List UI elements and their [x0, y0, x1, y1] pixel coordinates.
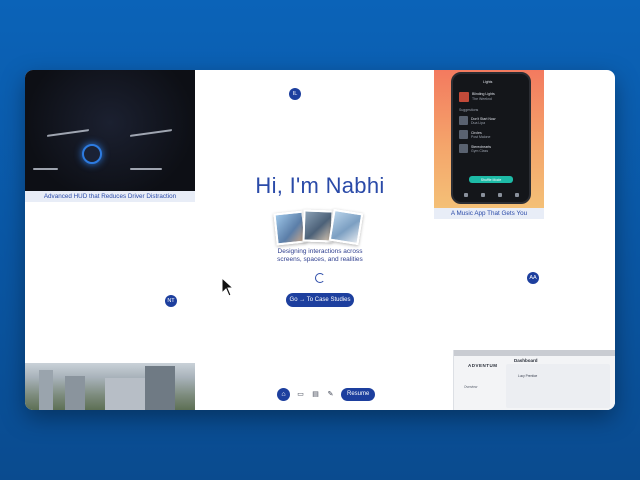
avatar-il[interactable]: IL: [289, 88, 301, 100]
hud-light-left: [47, 129, 89, 137]
track-artist: The Weeknd: [472, 97, 492, 101]
track-title: Blinding Lights: [472, 92, 495, 96]
list-item[interactable]: Stereohearts Gym Class: [459, 144, 523, 154]
dashboard-case-study-card[interactable]: ADVENTUM Dashboard Lucy Prentice Overvie…: [453, 350, 615, 410]
subtitle-line-2: screens, spaces, and realities: [277, 256, 363, 263]
list-item[interactable]: Don't Start Now Dua Lipa: [459, 116, 523, 126]
resume-button[interactable]: Resume: [341, 387, 376, 401]
page-title: Hi, I'm Nabhi: [255, 173, 385, 198]
briefcase-icon[interactable]: ▭: [296, 390, 305, 399]
tools-icon[interactable]: ✎: [326, 390, 335, 399]
dashboard-logo: ADVENTUM: [468, 363, 498, 368]
building: [65, 376, 85, 410]
subtitle-line-1: Designing interactions across: [277, 248, 363, 255]
portfolio-window: Advanced HUD that Reduces Driver Distrac…: [25, 70, 615, 410]
hud-bar-left: [33, 168, 58, 170]
architecture-case-study-card[interactable]: [25, 363, 195, 410]
hud-indicator-icon: [82, 144, 102, 164]
case-studies-button[interactable]: Go → To Case Studies: [286, 293, 354, 307]
music-caption[interactable]: A Music App That Gets You: [434, 208, 544, 219]
suggestions-heading: Suggestions: [459, 108, 479, 112]
avatar-nt[interactable]: NT: [165, 295, 177, 307]
hud-bar-right: [130, 168, 162, 170]
dashboard-title: Dashboard: [514, 358, 538, 363]
bottom-dock: ⌂ ▭ ▤ ✎ Resume: [277, 387, 376, 401]
row-thumb: [459, 130, 468, 139]
building: [145, 366, 175, 410]
list-item[interactable]: Circles Post Malone: [459, 130, 523, 140]
row-artist: Dua Lipa: [471, 121, 486, 125]
hud-light-right: [130, 129, 172, 137]
mouse-cursor-icon: [221, 277, 235, 297]
document-icon[interactable]: ▤: [311, 390, 320, 399]
hero-subtitle: Designing interactions across screens, s…: [25, 248, 615, 264]
loading-icon: [315, 273, 325, 283]
dashboard-content: [506, 364, 610, 408]
album-art: [459, 92, 469, 102]
photo-3: [328, 208, 364, 246]
row-artist: Gym Class: [471, 149, 489, 153]
avatar-aa[interactable]: AA: [527, 272, 539, 284]
row-thumb: [459, 116, 468, 125]
dashboard-topbar: [454, 350, 615, 356]
row-thumb: [459, 144, 468, 153]
row-artist: Post Malone: [471, 135, 491, 139]
home-icon[interactable]: ⌂: [277, 387, 290, 401]
phone-header: Lights: [483, 80, 493, 84]
photo-stack: [273, 208, 365, 246]
building: [39, 370, 53, 410]
dashboard-subtitle: Lucy Prentice: [518, 374, 538, 378]
dashboard-nav-item: Overview: [464, 385, 478, 389]
